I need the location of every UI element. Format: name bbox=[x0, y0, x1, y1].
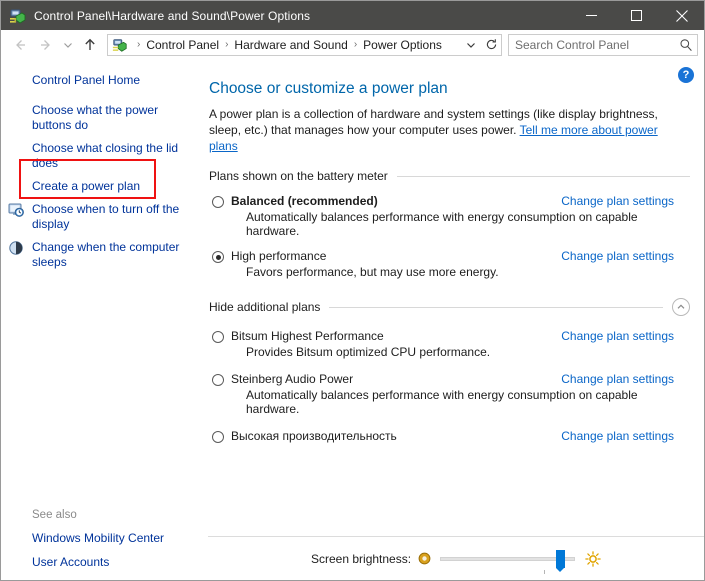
see-also-label: See also bbox=[32, 509, 77, 521]
address-bar[interactable]: › Control Panel › Hardware and Sound › P… bbox=[107, 33, 502, 56]
slider-tick bbox=[544, 569, 545, 574]
main-content-pane: ? Choose or customize a power plan A pow… bbox=[201, 59, 704, 580]
forward-arrow-icon[interactable] bbox=[33, 32, 59, 58]
sidebar-item-label: Change when the computer sleeps bbox=[32, 240, 180, 269]
plan-name: High performance bbox=[231, 249, 327, 263]
sidebar-item-label: Create a power plan bbox=[32, 179, 141, 193]
screen-brightness-label: Screen brightness: bbox=[311, 551, 412, 566]
section-header-battery-meter: Plans shown on the battery meter bbox=[209, 169, 690, 183]
see-also-link-windows-mobility-center[interactable]: Windows Mobility Center bbox=[32, 531, 192, 555]
brightness-low-icon bbox=[418, 552, 431, 565]
section-label: Plans shown on the battery meter bbox=[209, 169, 388, 183]
see-also-link-user-accounts[interactable]: User Accounts bbox=[32, 555, 192, 570]
sidebar-item-control-panel-home[interactable]: Control Panel Home bbox=[32, 73, 201, 99]
plan-description: Automatically balances performance with … bbox=[246, 388, 638, 416]
sidebar-item-label: Choose what the power buttons do bbox=[32, 103, 159, 132]
chevron-up-icon[interactable] bbox=[672, 298, 690, 316]
power-options-icon bbox=[9, 7, 27, 25]
radio-vysokaya-proizvoditelnost[interactable] bbox=[212, 431, 224, 443]
page-title: Choose or customize a power plan bbox=[209, 80, 448, 97]
window-controls bbox=[569, 1, 704, 30]
maximize-button[interactable] bbox=[614, 1, 659, 30]
change-plan-settings-link[interactable]: Change plan settings bbox=[561, 194, 690, 208]
power-options-window: Control Panel\Hardware and Sound\Power O… bbox=[0, 0, 705, 581]
radio-steinberg-audio-power[interactable] bbox=[212, 374, 224, 386]
change-plan-settings-link[interactable]: Change plan settings bbox=[561, 429, 690, 443]
search-box[interactable] bbox=[508, 33, 698, 56]
plan-row-bitsum-highest-performance[interactable]: Bitsum Highest Performance Change plan s… bbox=[209, 329, 690, 359]
up-arrow-icon[interactable] bbox=[77, 32, 103, 58]
intro-paragraph: A power plan is a collection of hardware… bbox=[209, 98, 689, 154]
section-header-additional-plans[interactable]: Hide additional plans bbox=[209, 298, 690, 316]
minimize-button[interactable] bbox=[569, 1, 614, 30]
slider-track[interactable] bbox=[440, 556, 576, 561]
search-input[interactable] bbox=[509, 37, 675, 52]
breadcrumb-separator: › bbox=[353, 38, 358, 50]
plan-row-vysokaya-proizvoditelnost[interactable]: Высокая производительность Change plan s… bbox=[209, 429, 690, 443]
window-title: Control Panel\Hardware and Sound\Power O… bbox=[34, 8, 311, 23]
search-icon[interactable] bbox=[675, 38, 697, 52]
plan-name: Высокая производительность bbox=[231, 429, 397, 443]
close-button[interactable] bbox=[659, 1, 704, 30]
plan-description: Favors performance, but may use more ene… bbox=[246, 265, 499, 279]
plan-name: Bitsum Highest Performance bbox=[231, 329, 384, 343]
see-also-section: See also Windows Mobility Center User Ac… bbox=[32, 509, 192, 570]
change-plan-settings-link[interactable]: Change plan settings bbox=[561, 372, 690, 386]
sidebar-item-choose-power-buttons[interactable]: Choose what the power buttons do bbox=[32, 99, 193, 137]
sidebar-item-turn-off-display[interactable]: Choose when to turn off the display bbox=[8, 198, 193, 236]
left-navigation-pane: Control Panel Home Choose what the power… bbox=[1, 59, 201, 580]
radio-high-performance[interactable] bbox=[212, 251, 224, 263]
section-divider bbox=[329, 306, 663, 308]
brightness-high-icon bbox=[585, 550, 601, 567]
navigation-bar: › Control Panel › Hardware and Sound › P… bbox=[1, 30, 704, 59]
section-label: Hide additional plans bbox=[209, 300, 321, 314]
plan-name: Balanced (recommended) bbox=[231, 194, 378, 208]
brightness-slider[interactable] bbox=[440, 549, 576, 574]
refresh-icon[interactable] bbox=[481, 35, 501, 55]
radio-bitsum-highest-performance[interactable] bbox=[212, 331, 224, 343]
sidebar-item-choose-closing-lid[interactable]: Choose what closing the lid does bbox=[32, 137, 193, 175]
plan-description: Provides Bitsum optimized CPU performanc… bbox=[246, 345, 491, 359]
title-bar: Control Panel\Hardware and Sound\Power O… bbox=[1, 1, 704, 30]
content-area: Control Panel Home Choose what the power… bbox=[1, 59, 704, 580]
display-clock-icon bbox=[8, 202, 24, 218]
plan-name: Steinberg Audio Power bbox=[231, 372, 354, 386]
change-plan-settings-link[interactable]: Change plan settings bbox=[561, 249, 690, 263]
plan-description: Automatically balances performance with … bbox=[246, 210, 638, 238]
breadcrumb-separator: › bbox=[225, 38, 229, 50]
breadcrumb-item-control-panel[interactable]: Control Panel bbox=[144, 38, 221, 52]
breadcrumb-item-hardware-and-sound[interactable]: Hardware and Sound bbox=[232, 38, 349, 52]
recent-locations-chevron-down-icon[interactable] bbox=[59, 32, 77, 58]
sidebar-item-label: Choose what closing the lid does bbox=[32, 141, 179, 170]
sidebar-item-label: Choose when to turn off the display bbox=[32, 202, 180, 231]
sidebar-item-computer-sleeps[interactable]: Change when the computer sleeps bbox=[9, 236, 193, 274]
screen-brightness-bar: Screen brightness: bbox=[208, 536, 704, 580]
help-icon[interactable]: ? bbox=[678, 67, 694, 83]
sidebar-item-create-power-plan[interactable]: Create a power plan bbox=[32, 175, 193, 198]
slider-thumb[interactable] bbox=[556, 549, 566, 572]
breadcrumb-power-icon bbox=[112, 37, 128, 53]
section-divider bbox=[396, 175, 690, 177]
plan-row-high-performance[interactable]: High performance Change plan settings Fa… bbox=[209, 249, 690, 279]
address-chevron-down-icon[interactable] bbox=[461, 35, 481, 55]
breadcrumb-separator: › bbox=[137, 38, 141, 50]
plan-row-balanced[interactable]: Balanced (recommended) Change plan setti… bbox=[209, 194, 690, 238]
plan-row-steinberg-audio-power[interactable]: Steinberg Audio Power Change plan settin… bbox=[209, 372, 690, 416]
radio-balanced[interactable] bbox=[212, 196, 224, 208]
change-plan-settings-link[interactable]: Change plan settings bbox=[561, 329, 690, 343]
breadcrumb-item-power-options[interactable]: Power Options bbox=[361, 38, 444, 52]
moon-sleep-icon bbox=[8, 240, 24, 256]
back-arrow-icon[interactable] bbox=[7, 32, 33, 58]
